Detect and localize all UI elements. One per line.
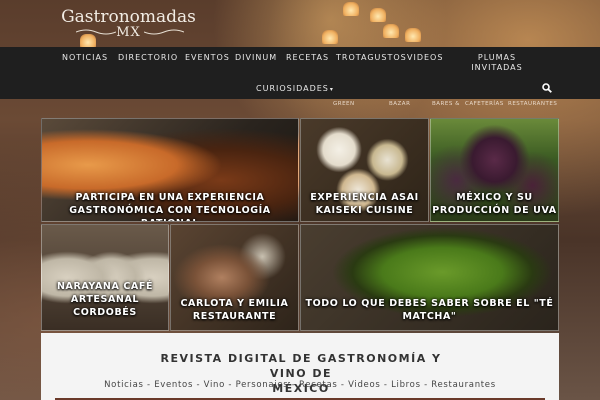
search-icon[interactable]	[542, 83, 552, 93]
site-tagline-box: REVISTA DIGITAL DE GASTRONOMÍA Y VINO DE…	[41, 333, 559, 400]
ceiling-lamp	[383, 24, 399, 38]
ceiling-lamp	[370, 8, 386, 22]
ceiling-lamp	[343, 2, 359, 16]
tile-caption-line: ARTESANAL	[70, 294, 140, 305]
nav-item-curiosidades[interactable]: CURIOSIDADES▾	[256, 84, 334, 95]
site-logo[interactable]: Gastronomadas MX	[56, 8, 201, 44]
tile-caption: PARTICIPA EN UNA EXPERIENCIA GASTRONÓMIC…	[42, 191, 298, 221]
tile-caption: TODO LO QUE DEBES SABER SOBRE EL "TÉ MAT…	[301, 297, 558, 323]
logo-flourish-left-icon	[76, 29, 116, 35]
category-links[interactable]: Noticias - Eventos - Vino - Personajes -…	[41, 380, 559, 390]
nav-item-directorio[interactable]: DIRECTORIO	[118, 53, 178, 63]
subnav-bares[interactable]: BARES &	[432, 101, 460, 113]
tile-caption-line: CORDOBÉS	[73, 307, 137, 318]
nav-item-recetas[interactable]: RECETAS	[286, 53, 329, 63]
subnav-cafeterias[interactable]: CAFETERÍAS	[465, 101, 504, 113]
tile-caption: NARAYANA CAFÉ ARTESANAL CORDOBÉS	[42, 280, 168, 319]
tile-asai-kaiseki[interactable]: EXPERIENCIA ASAI KAISEKI CUISINE	[300, 118, 429, 222]
nav-item-trotagustos[interactable]: TROTAGUSTOS	[336, 53, 407, 63]
tile-caption: CARLOTA Y EMILIA RESTAURANTE	[171, 297, 298, 323]
nav-item-label: INVITADAS	[471, 63, 523, 72]
logo-flourish-right-icon	[144, 29, 184, 35]
tile-caption-line: MÉXICO Y SU	[456, 192, 533, 203]
ceiling-lamp	[405, 28, 421, 42]
nav-item-eventos[interactable]: EVENTOS	[185, 53, 230, 63]
nav-item-label: CURIOSIDADES	[256, 84, 329, 93]
tile-carlota-emilia[interactable]: CARLOTA Y EMILIA RESTAURANTE	[170, 224, 299, 331]
tile-caption-line: RESTAURANTE	[192, 311, 277, 322]
tile-caption-line: KAISEKI CUISINE	[315, 205, 414, 216]
nav-item-videos[interactable]: VIDEOS	[407, 53, 443, 63]
tile-caption-line: MATCHA"	[402, 311, 457, 322]
tile-narayana-cafe[interactable]: NARAYANA CAFÉ ARTESANAL CORDOBÉS	[41, 224, 169, 331]
tile-mexico-uva[interactable]: MÉXICO Y SU PRODUCCIÓN DE UVA	[430, 118, 559, 222]
ceiling-lamp	[322, 30, 338, 44]
subnav-bazar[interactable]: BAZAR	[389, 101, 410, 113]
tile-caption-line: EXPERIENCIA ASAI	[310, 192, 419, 203]
tile-rational-experience[interactable]: PARTICIPA EN UNA EXPERIENCIA GASTRONÓMIC…	[41, 118, 299, 222]
tile-caption-line: PRODUCCIÓN DE UVA	[432, 205, 557, 216]
dropdown-caret-icon: ▾	[329, 86, 334, 93]
logo-title: Gastronomadas	[61, 7, 196, 27]
nav-item-label: PLUMAS	[477, 53, 517, 62]
tile-caption-line: TODO LO QUE DEBES SABER SOBRE EL "TÉ	[305, 298, 554, 309]
tile-caption: EXPERIENCIA ASAI KAISEKI CUISINE	[301, 191, 428, 217]
subnav-restaurantes[interactable]: RESTAURANTES	[508, 101, 557, 113]
nav-item-plumas-invitadas[interactable]: PLUMAS INVITADAS	[470, 53, 524, 73]
tile-caption-line: CARLOTA Y EMILIA	[180, 298, 289, 309]
site-tagline-line: REVISTA DIGITAL DE GASTRONOMÍA Y VINO DE	[160, 352, 442, 380]
tile-caption: MÉXICO Y SU PRODUCCIÓN DE UVA	[431, 191, 558, 217]
tile-caption-line: PARTICIPA EN UNA EXPERIENCIA	[75, 192, 265, 203]
tile-caption-line: GASTRONÓMICA CON TECNOLOGÍA RATIONAL	[69, 205, 271, 221]
nav-item-noticias[interactable]: NOTICIAS	[62, 53, 108, 63]
tile-caption-line: NARAYANA CAFÉ	[56, 281, 154, 292]
subnav-green[interactable]: GREEN	[333, 101, 355, 113]
nav-item-divinum[interactable]: DIVINUM	[235, 53, 277, 63]
tile-te-matcha[interactable]: TODO LO QUE DEBES SABER SOBRE EL "TÉ MAT…	[300, 224, 559, 331]
